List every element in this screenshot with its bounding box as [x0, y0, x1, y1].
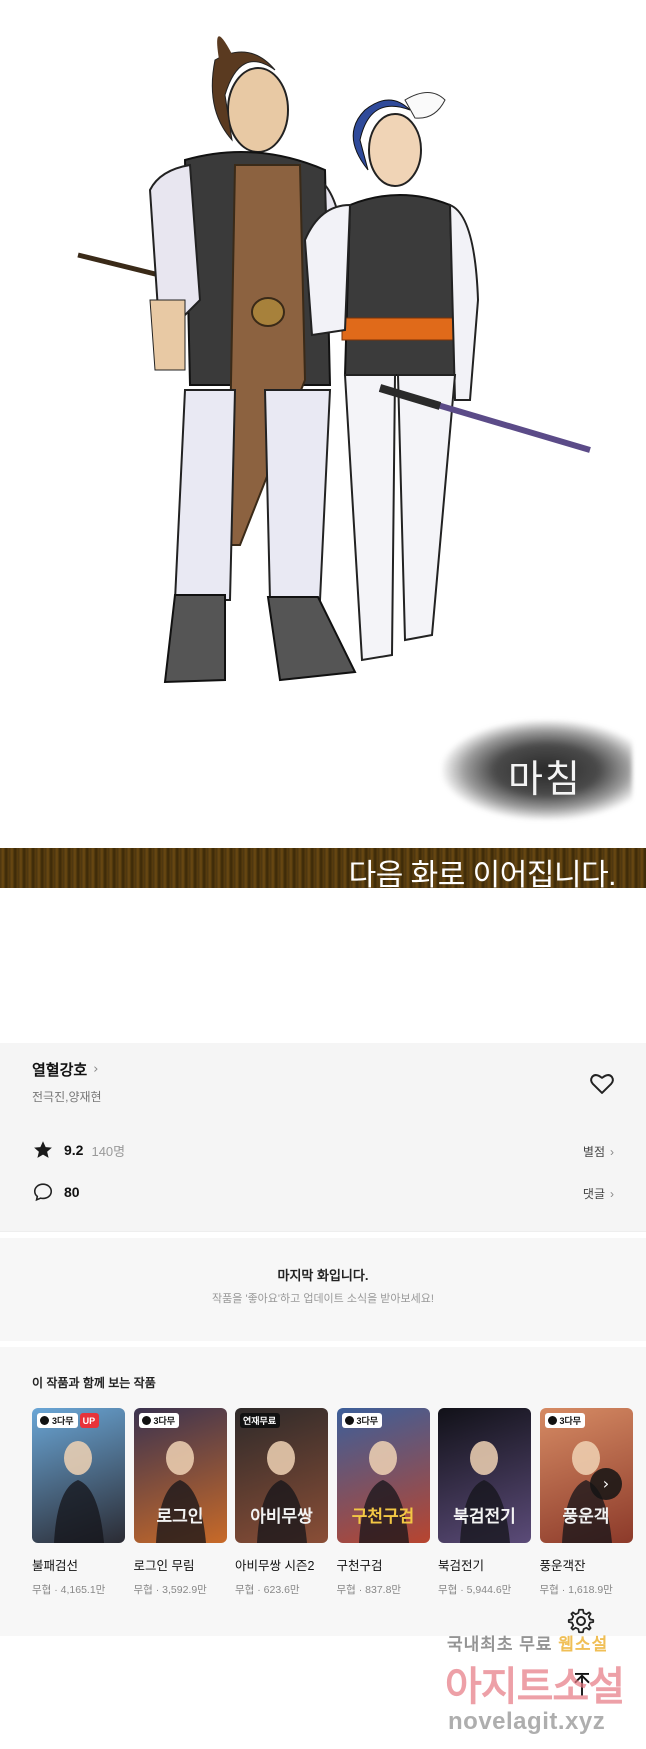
cover-title-art: 북검전기	[453, 1507, 516, 1527]
chevron-right-icon: ›	[610, 1187, 614, 1201]
recommendation-card[interactable]: 3다무 UP 불패검선무협 · 4,165.1만	[32, 1408, 125, 1597]
card-meta: 무협 · 4,165.1만	[32, 1584, 106, 1596]
badge-label: 3다무	[153, 1416, 176, 1426]
heart-icon[interactable]	[588, 1069, 616, 1097]
card-title: 풍운객잔	[539, 1559, 586, 1573]
badge-row: 3다무	[138, 1413, 180, 1428]
star-icon	[34, 1141, 52, 1158]
free-badge: 3다무	[37, 1413, 78, 1428]
recommendations-section: 이 작품과 함께 보는 작품 3다무 UP 불패검선 무협 · 4,165.1만 3다무…	[0, 1341, 646, 1636]
ending-mark: 마침	[508, 757, 582, 801]
cover-thumbnail: 연재무료아비무쌍	[235, 1408, 328, 1543]
watermark-line-1: 국내최초 무료 웹소설	[447, 1630, 608, 1655]
chevron-right-icon: ›	[610, 1145, 614, 1159]
card-meta: 무협 · 837.8만	[336, 1584, 402, 1596]
swordsman-figure	[77, 36, 357, 684]
watermark-url: novelagit.xyz	[448, 1708, 606, 1735]
cover-title-art: 구천구검	[351, 1507, 415, 1527]
free-badge: 3다무	[341, 1413, 383, 1428]
badge-row: 3다무	[544, 1413, 586, 1428]
card-title: 구천구검	[336, 1559, 383, 1573]
badge-row: 연재무료	[240, 1413, 281, 1428]
recommendation-card[interactable]: 3다무로그인로그인 무림무협 · 3,592.9만	[133, 1408, 227, 1597]
comment-count: 80	[64, 1184, 80, 1200]
clock-icon	[344, 1416, 354, 1425]
notice-subtitle: 작품을 '좋아요'하고 업데이트 소식을 받아보세요!	[212, 1293, 434, 1305]
series-info-panel: 열혈강호 › 전극진,양재현 9.2 140명 별점 › 80 댓글 ›	[0, 1043, 646, 1231]
free-badge: 연재무료	[240, 1413, 281, 1428]
comic-panel: 마침	[0, 0, 646, 835]
free-badge: 3다무	[138, 1413, 180, 1428]
clock-icon	[40, 1416, 49, 1425]
cover-thumbnail: 3다무구천구검	[336, 1408, 430, 1543]
clock-icon	[547, 1416, 557, 1425]
recommendation-card[interactable]: 연재무료아비무쌍아비무쌍 시즌2 무협 · 623.6만	[235, 1408, 328, 1597]
comment-row: 80	[32, 1181, 80, 1203]
last-episode-notice: 마지막 화입니다. 작품을 '좋아요'하고 업데이트 소식을 받아보세요!	[0, 1231, 646, 1342]
continue-text: 다음 화로 이어집니다.	[348, 859, 617, 892]
up-badge: UP	[79, 1413, 100, 1428]
cover-title-art: 풍운객	[562, 1507, 610, 1527]
rating-count: 140명	[91, 1143, 126, 1159]
cover-thumbnail: 3다무 UP	[32, 1408, 125, 1543]
cover-thumbnail: 3다무로그인	[133, 1408, 227, 1543]
comment-link[interactable]: 댓글 ›	[583, 1185, 614, 1202]
card-meta: 무협 · 5,944.6만	[438, 1584, 512, 1596]
cover-title-art: 아비무쌍	[250, 1507, 313, 1527]
comic-illustration	[77, 36, 591, 684]
recommendation-card[interactable]: 3다무풍운객풍운객잔무협 · 1,618.9만	[539, 1408, 633, 1597]
chevron-right-icon: ›	[602, 1474, 610, 1493]
rating-row: 9.2 140명	[32, 1139, 125, 1161]
badge-label: 연재무료	[243, 1416, 277, 1426]
badge-row: 3다무	[341, 1413, 383, 1428]
free-badge: 3다무	[544, 1413, 586, 1428]
card-title: 북검전기	[438, 1559, 485, 1573]
watermark-text-a: 국내최초 무료	[447, 1635, 559, 1654]
notice-title: 마지막 화입니다.	[277, 1268, 369, 1283]
card-title: 아비무쌍 시즌2	[235, 1559, 315, 1573]
badge-row: 3다무 UP	[37, 1413, 100, 1428]
card-title: 로그인 무림	[133, 1559, 195, 1573]
card-meta: 무협 · 1,618.9만	[539, 1584, 613, 1596]
cover-art	[54, 1441, 104, 1543]
comment-bubble-icon	[33, 1183, 53, 1202]
clock-icon	[141, 1416, 151, 1425]
chevron-right-icon: ›	[93, 1062, 99, 1077]
badge-label: 3다무	[52, 1416, 74, 1426]
comment-link-label: 댓글	[582, 1187, 605, 1201]
rating-link[interactable]: 별점 ›	[583, 1143, 614, 1160]
rating-link-label: 별점	[582, 1145, 605, 1159]
cover-thumbnail: 북검전기	[438, 1408, 531, 1543]
carousel-next-button[interactable]: ›	[590, 1468, 622, 1500]
card-meta: 무협 · 623.6만	[235, 1584, 300, 1596]
card-title: 불패검선	[32, 1559, 79, 1573]
badge-label: 3다무	[559, 1416, 582, 1426]
swordswoman-figure	[303, 92, 591, 662]
recommendation-card[interactable]: 북검전기 북검전기 무협 · 5,944.6만	[438, 1408, 531, 1597]
recommendations-heading: 이 작품과 함께 보는 작품	[32, 1376, 156, 1390]
watermark-logo: 아지트소설	[445, 1665, 625, 1709]
watermark-text-b: 웹소설	[558, 1635, 609, 1654]
badge-label: 3다무	[356, 1416, 379, 1426]
series-authors: 전극진,양재현	[32, 1090, 102, 1104]
cover-title-art: 로그인	[156, 1507, 204, 1527]
series-title-link[interactable]: 열혈강호 ›	[32, 1059, 98, 1080]
series-title: 열혈강호	[32, 1062, 88, 1079]
rating-value: 9.2	[64, 1142, 84, 1158]
card-meta: 무협 · 3,592.9만	[133, 1584, 207, 1596]
recommendation-card[interactable]: 3다무 구천구검 구천구검 무협 · 837.8만	[336, 1408, 430, 1597]
continue-banner: 다음 화로 이어집니다.	[0, 848, 646, 892]
